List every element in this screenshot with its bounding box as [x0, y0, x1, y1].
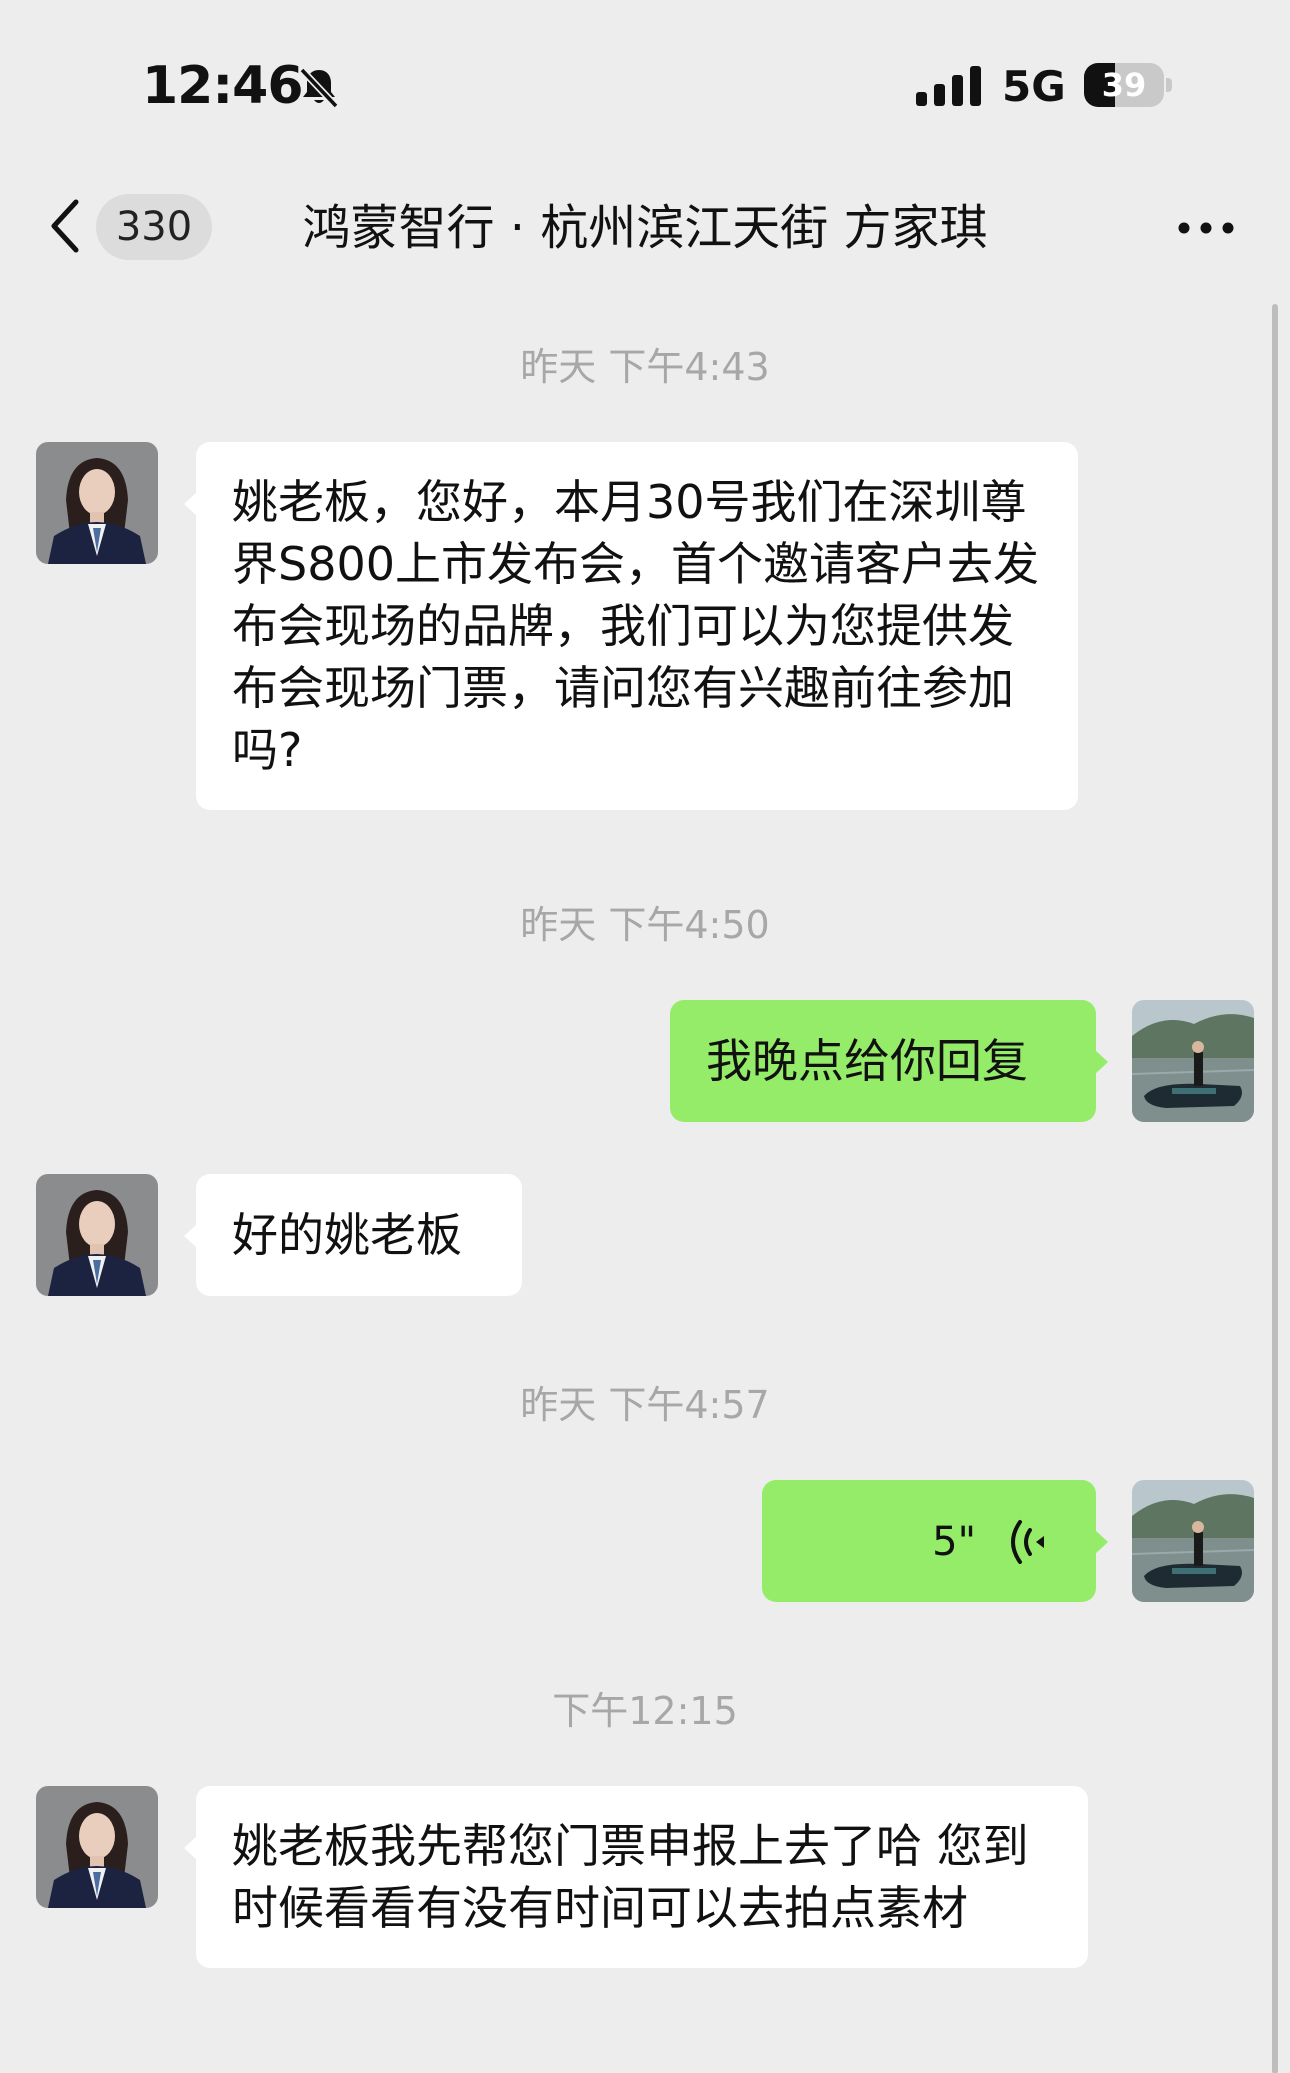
ellipsis-icon[interactable]	[1176, 216, 1236, 240]
message-timestamp: 昨天 下午4:57	[520, 1383, 770, 1427]
message-text: 姚老板我先帮您门票申报上去了哈 您到时候看看有没有时间可以去拍点素材	[232, 1819, 1029, 1935]
incoming-message-bubble[interactable]: 姚老板，您好，本月30号我们在深圳尊界S800上市发布会，首个邀请客户去发布会现…	[184, 442, 1078, 810]
network-type: 5G	[1002, 62, 1066, 111]
message-text: 姚老板，您好，本月30号我们在深圳尊界S800上市发布会，首个邀请客户去发布会现…	[232, 475, 1039, 777]
status-bar: 12:46 5G 39	[0, 0, 1290, 160]
voice-duration: 5"	[932, 1519, 976, 1565]
contact-avatar[interactable]	[36, 1174, 158, 1296]
cellular-signal-icon	[916, 66, 981, 106]
outgoing-message-bubble[interactable]: 我晚点给你回复	[670, 1000, 1108, 1122]
status-time: 12:46	[142, 56, 304, 116]
message-timestamp: 昨天 下午4:43	[520, 345, 770, 389]
scrollbar[interactable]	[1272, 304, 1278, 2073]
chat-title: 鸿蒙智行 · 杭州滨江天街 方家琪	[302, 200, 988, 256]
contact-avatar[interactable]	[36, 442, 158, 564]
chevron-left-icon[interactable]	[44, 196, 86, 256]
voice-message-bubble[interactable]: 5"	[762, 1480, 1108, 1602]
battery-level: 39	[1101, 66, 1147, 104]
incoming-message-bubble[interactable]: 好的姚老板	[184, 1174, 522, 1296]
bell-slash-icon	[299, 67, 339, 109]
message-timestamp: 下午12:15	[552, 1689, 738, 1733]
unread-count-badge[interactable]: 330	[96, 194, 212, 260]
message-text: 我晚点给你回复	[706, 1034, 1028, 1088]
contact-avatar[interactable]	[36, 1786, 158, 1908]
message-text: 好的姚老板	[232, 1208, 462, 1262]
incoming-message-bubble[interactable]: 姚老板我先帮您门票申报上去了哈 您到时候看看有没有时间可以去拍点素材	[184, 1786, 1088, 1968]
battery-icon: 39	[1084, 63, 1172, 107]
message-timestamp: 昨天 下午4:50	[520, 903, 770, 947]
my-avatar[interactable]	[1132, 1480, 1254, 1602]
voice-wave-icon	[1011, 1520, 1044, 1564]
my-avatar[interactable]	[1132, 1000, 1254, 1122]
